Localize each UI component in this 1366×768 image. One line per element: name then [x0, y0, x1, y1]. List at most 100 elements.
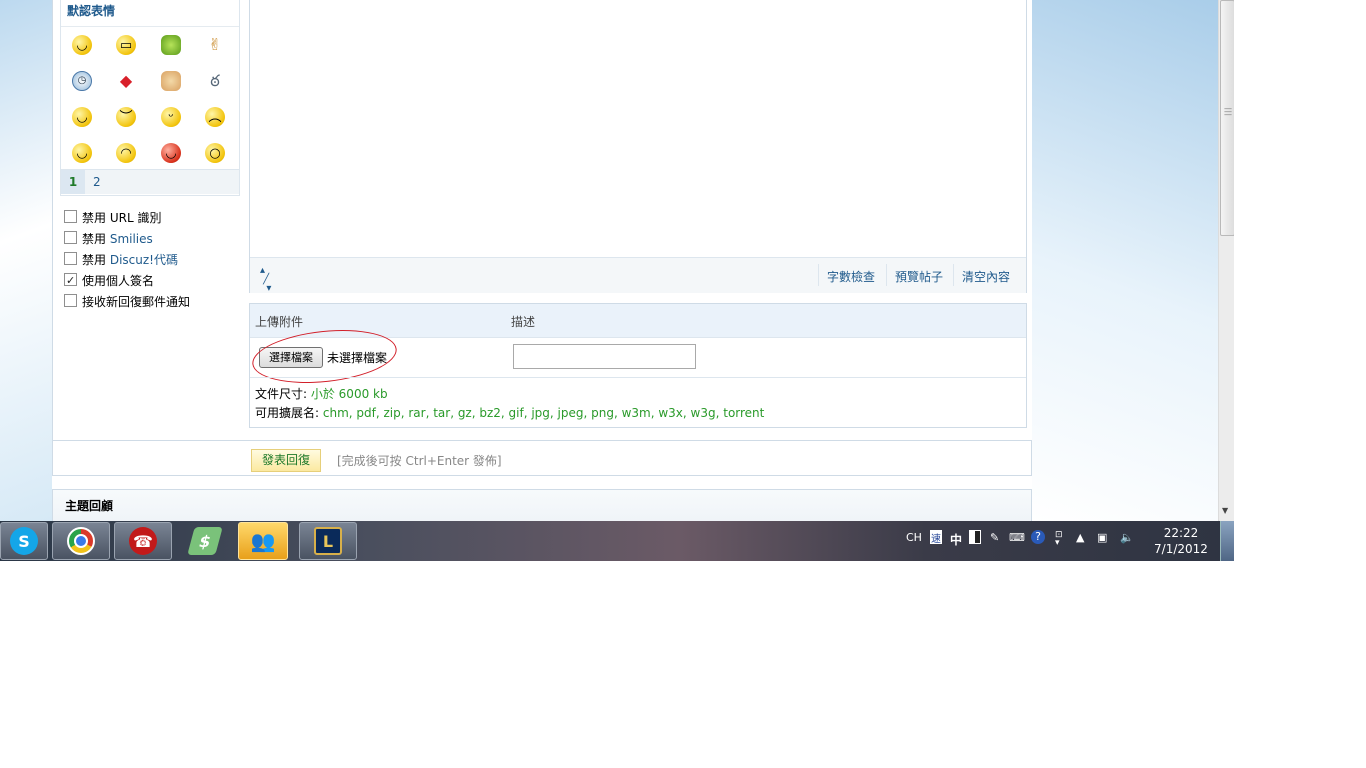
happy-icon[interactable]: ◡: [72, 143, 92, 163]
upload-column-header: 上傳附件: [255, 315, 304, 329]
message-editor[interactable]: ▴ ╱ ▾ 字數檢查 預覽帖子 清空內容: [249, 0, 1027, 294]
submit-hint: [完成後可按 Ctrl+Enter 發佈]: [337, 454, 502, 468]
money-icon: $: [187, 527, 223, 555]
extensions-line: 可用擴展名: chm, pdf, zip, rar, tar, gz, bz2,…: [255, 404, 764, 421]
smiley-grid: ◡ ▭ ✌ ◷ ◆ ఠ ◡ ︶ ᵕ ︵ ◡ ◠ ◡ ○: [61, 26, 239, 163]
post-reply-button[interactable]: 發表回復: [251, 449, 321, 472]
option-label: 接收新回復郵件通知: [82, 295, 191, 309]
attachment-panel: 上傳附件 描述 選擇檔案 未選擇檔案 文件尺寸: 小於 6000 kb 可用擴展…: [249, 303, 1027, 428]
background-left: [0, 0, 52, 521]
taskbar-money[interactable]: $: [176, 522, 234, 560]
help-icon[interactable]: ?: [1031, 530, 1045, 544]
grip-icon: — — —: [1224, 104, 1232, 119]
word-count-button[interactable]: 字數檢查: [827, 268, 875, 285]
background-right: [1032, 0, 1218, 521]
angry-icon[interactable]: ︶: [116, 107, 136, 127]
keyboard-icon[interactable]: ⌨: [1009, 531, 1025, 544]
option-label-prefix: 禁用: [82, 211, 110, 225]
option-email-notify-checkbox[interactable]: [64, 294, 77, 307]
topic-review-title: 主題回顧: [65, 499, 114, 513]
handshake-icon[interactable]: [161, 71, 181, 91]
clock-time: 22:22: [1163, 526, 1199, 540]
taskbar-messenger[interactable]: 👥: [238, 522, 288, 560]
pen-icon[interactable]: ✎: [990, 531, 999, 544]
resize-editor-icon[interactable]: ▴ ╱ ▾: [260, 266, 278, 294]
network-icon[interactable]: ▣: [1097, 531, 1107, 544]
system-clock[interactable]: 22:22 7/1/2012: [1143, 525, 1219, 557]
ime-language[interactable]: CH: [906, 531, 922, 544]
victory-hand-icon[interactable]: ✌: [205, 35, 225, 55]
toolbar-divider: [953, 264, 954, 286]
agent-icon: ☎: [129, 527, 157, 555]
option-label-prefix: 禁用: [82, 253, 110, 267]
smiley-pager: 1 2: [61, 169, 239, 194]
smile-icon[interactable]: ◡: [72, 35, 92, 55]
ime-options-icon[interactable]: ⊡ ▾: [1055, 531, 1063, 548]
option-disable-url-checkbox[interactable]: [64, 210, 77, 223]
attachment-description-input[interactable]: [513, 344, 696, 369]
option-use-signature: 使用個人簽名: [64, 270, 190, 292]
smiley-panel: 默認表情 ◡ ▭ ✌ ◷ ◆ ఠ ◡ ︶ ᵕ ︵ ◡ ◠ ◡ ○ 1 2: [60, 0, 240, 196]
confused-icon[interactable]: ○: [205, 143, 225, 163]
show-hidden-icons-icon[interactable]: ▲: [1076, 531, 1084, 544]
skype-icon: S: [10, 527, 38, 555]
blush-icon[interactable]: ◡: [72, 107, 92, 127]
option-disable-smilies: 禁用 Smilies: [64, 229, 190, 250]
option-use-signature-checkbox[interactable]: [64, 270, 77, 291]
person-icon[interactable]: [161, 35, 181, 55]
post-options: 禁用 URL 識別 禁用 Smilies 禁用 Discuz!代碼 使用個人簽名…: [64, 208, 190, 313]
lips-icon[interactable]: ◆: [116, 71, 136, 91]
preview-post-button[interactable]: 預覽帖子: [895, 268, 943, 285]
smiley-panel-title: 默認表情: [67, 4, 116, 18]
grin-icon[interactable]: ▭: [116, 35, 136, 55]
devil-icon[interactable]: ◡: [161, 143, 181, 163]
smiley-page-2[interactable]: 2: [93, 170, 101, 194]
volume-icon[interactable]: 🔈: [1120, 531, 1134, 544]
taskbar-league-of-legends[interactable]: L: [299, 522, 357, 560]
option-disable-discuz-code: 禁用 Discuz!代碼: [64, 250, 190, 271]
option-link-smilies[interactable]: Smilies: [110, 232, 153, 246]
clear-content-button[interactable]: 清空內容: [962, 268, 1010, 285]
option-label-prefix: 禁用: [82, 232, 110, 246]
attachment-info: 文件尺寸: 小於 6000 kb 可用擴展名: chm, pdf, zip, r…: [250, 377, 1026, 427]
messenger-icon: 👥: [250, 529, 276, 553]
option-label: URL 識別: [109, 211, 162, 225]
option-disable-discuz-code-checkbox[interactable]: [64, 252, 77, 265]
tongue-icon[interactable]: ᵕ: [161, 107, 181, 127]
reply-sidebar: 默認表情 ◡ ▭ ✌ ◷ ◆ ఠ ◡ ︶ ᵕ ︵ ◡ ◠ ◡ ○ 1 2 禁用 …: [52, 0, 240, 475]
editor-toolbar: ▴ ╱ ▾ 字數檢查 預覽帖子 清空內容: [250, 257, 1026, 294]
option-email-notify: 接收新回復郵件通知: [64, 292, 190, 313]
snail-icon[interactable]: ఠ: [205, 71, 225, 91]
option-disable-url: 禁用 URL 識別: [64, 208, 190, 229]
sad-icon[interactable]: ︵: [205, 107, 225, 127]
option-link-discuz-code[interactable]: Discuz!代碼: [110, 253, 178, 267]
taskbar-agent[interactable]: ☎: [114, 522, 172, 560]
cry-icon[interactable]: ◠: [116, 143, 136, 163]
extensions-value: chm, pdf, zip, rar, tar, gz, bz2, gif, j…: [322, 406, 765, 420]
ime-speed-icon[interactable]: 速: [930, 530, 942, 545]
file-size-value: 小於 6000 kb: [310, 387, 388, 401]
taskbar-skype[interactable]: S: [0, 522, 48, 560]
toolbar-divider: [886, 264, 887, 286]
clock-date: 7/1/2012: [1154, 542, 1208, 556]
clock-icon[interactable]: ◷: [72, 71, 92, 91]
file-size-line: 文件尺寸: 小於 6000 kb: [255, 385, 388, 402]
extensions-label: 可用擴展名:: [255, 406, 323, 420]
forum-reply-form: 默認表情 ◡ ▭ ✌ ◷ ◆ ఠ ◡ ︶ ᵕ ︵ ◡ ◠ ◡ ○ 1 2 禁用 …: [52, 0, 1032, 529]
scroll-down-icon[interactable]: ▼: [1222, 506, 1228, 515]
submit-row: 發表回復 [完成後可按 Ctrl+Enter 發佈]: [52, 440, 1032, 476]
windows-taskbar: S ☎ $ 👥 L CH 速 中 ✎ ⌨ ? ⊡ ▾ ▲ ▣ 🔈 22:22 7/…: [0, 521, 1234, 561]
option-disable-smilies-checkbox[interactable]: [64, 231, 77, 244]
chrome-icon: [67, 527, 95, 555]
page-scrollbar[interactable]: — — — ▼: [1218, 0, 1234, 521]
ime-mode[interactable]: 中: [950, 531, 962, 548]
smiley-page-1[interactable]: 1: [61, 170, 85, 194]
show-desktop-button[interactable]: [1220, 521, 1234, 561]
toolbar-divider: [818, 264, 819, 286]
league-of-legends-icon: L: [314, 527, 342, 555]
fullwidth-icon[interactable]: [969, 530, 981, 544]
description-column-header: 描述: [511, 315, 536, 329]
screen: 默認表情 ◡ ▭ ✌ ◷ ◆ ఠ ◡ ︶ ᵕ ︵ ◡ ◠ ◡ ○ 1 2 禁用 …: [0, 0, 1234, 561]
taskbar-chrome[interactable]: [52, 522, 110, 560]
scrollbar-thumb[interactable]: — — —: [1220, 0, 1234, 236]
